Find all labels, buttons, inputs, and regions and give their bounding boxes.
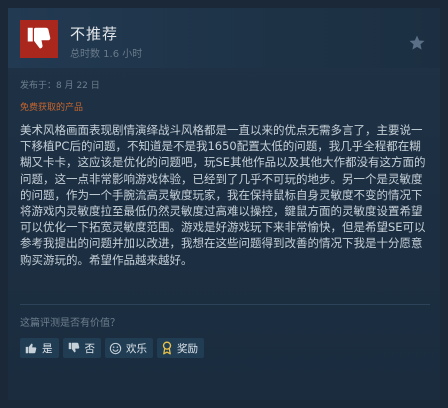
vote-funny-label: 欢乐 [126,342,147,355]
review-verdict: 不推荐 [70,25,119,43]
playtime-hours: 总时数 1.6 小时 [70,49,143,60]
free-product-tag: 免费获取的产品 [20,103,84,113]
smiley-icon [109,342,122,354]
vote-yes-label: 是 [42,342,53,355]
feedback-buttons: 是 否 欢乐 奖励 [20,338,204,358]
thumbs-down-badge [20,20,58,58]
vote-yes-button[interactable]: 是 [20,338,59,358]
helpful-question: 这篇评测是否有价值？ [20,318,120,329]
award-button[interactable]: 奖励 [157,338,204,358]
thumbs-down-icon [27,27,51,49]
vote-no-button[interactable]: 否 [62,338,101,358]
vote-funny-button[interactable]: 欢乐 [105,338,153,358]
vote-no-label: 否 [84,342,96,355]
award-icon [162,341,172,355]
award-label: 奖励 [177,342,198,355]
thumbs-down-icon [68,342,79,353]
divider [20,304,430,305]
review-card: 不推荐 总时数 1.6 小时 发布于：8 月 22 日 免费获取的产品 美术风格… [8,8,440,400]
thumbs-up-icon [25,343,37,354]
review-text: 美术风格画面表现剧情演绎战斗风格都是一直以来的优点无需多言了，主要说一下移植PC… [20,123,426,267]
posted-date: 发布于：8 月 22 日 [20,81,100,91]
review-header: 不推荐 总时数 1.6 小时 [8,8,440,68]
star-icon[interactable] [408,34,426,52]
